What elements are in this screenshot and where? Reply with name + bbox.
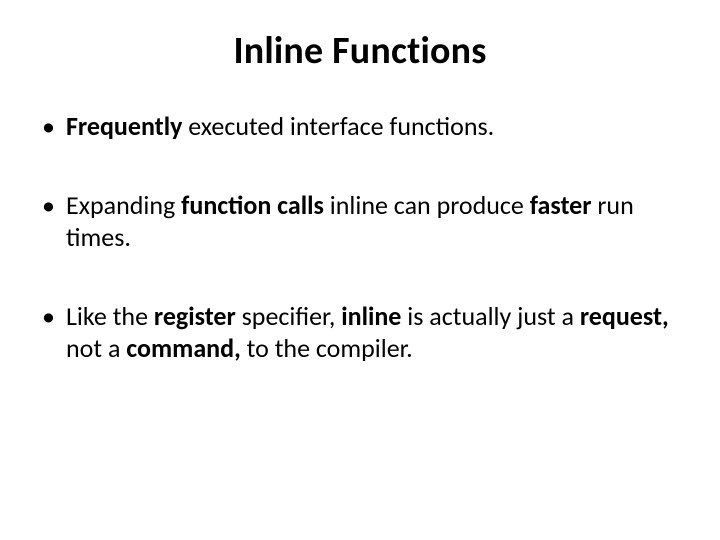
text-segment: not a — [66, 332, 126, 364]
text-segment: executed interface functions. — [182, 110, 494, 142]
text-segment: is actually just a — [401, 300, 579, 332]
text-segment: to the compiler. — [241, 332, 413, 364]
text-segment: inline can produce — [324, 189, 530, 221]
slide-title: Inline Functions — [40, 28, 680, 74]
text-segment: command, — [126, 332, 240, 364]
text-segment: Like the — [66, 300, 154, 332]
text-segment: request, — [580, 300, 669, 332]
bullet-item: Frequently executed interface functions. — [40, 110, 680, 143]
text-segment: Frequently — [66, 110, 182, 142]
text-segment: Expanding — [66, 189, 181, 221]
bullet-item: Expanding function calls inline can prod… — [40, 189, 680, 254]
text-segment: faster — [530, 189, 592, 221]
text-segment: inline — [341, 300, 401, 332]
bullet-list: Frequently executed interface functions.… — [40, 110, 680, 411]
text-segment: register — [154, 300, 236, 332]
bullet-item: Like the register specifier, inline is a… — [40, 300, 680, 365]
text-segment: function calls — [181, 189, 324, 221]
text-segment: specifier, — [236, 300, 342, 332]
slide: Inline Functions Frequently executed int… — [0, 0, 720, 540]
